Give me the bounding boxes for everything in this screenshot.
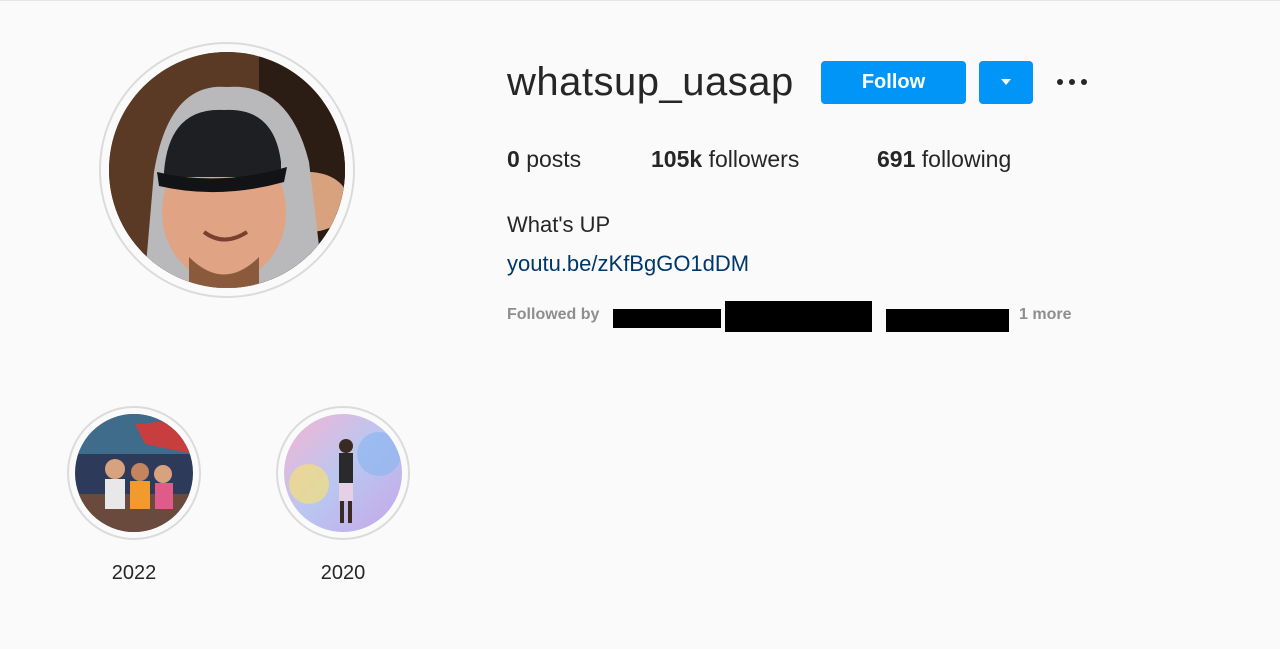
more-options-button[interactable]: [1052, 68, 1092, 96]
highlight-label: 2022: [111, 562, 157, 584]
dot-icon: [1081, 79, 1087, 85]
followers-count: 105k: [651, 146, 703, 172]
dot-icon: [1069, 79, 1075, 85]
follow-button[interactable]: Follow: [821, 61, 966, 104]
redacted-username: [613, 309, 721, 328]
following-label: following: [921, 146, 1012, 172]
bio-name: What's UP: [507, 212, 611, 237]
chevron-down-icon: [1001, 79, 1011, 85]
followed-by-more[interactable]: 1 more: [1019, 306, 1071, 324]
following-stat[interactable]: 691 following: [877, 146, 1011, 173]
top-divider: [0, 0, 1280, 1]
highlight-item[interactable]: 2020: [276, 406, 410, 585]
followers-stat[interactable]: 105k followers: [651, 146, 799, 173]
posts-count: 0: [507, 146, 520, 172]
highlight-label: 2020: [320, 562, 366, 584]
avatar-image: [109, 52, 345, 288]
posts-label: posts: [526, 146, 582, 172]
profile-username: whatsup_uasap: [507, 60, 794, 104]
followers-label: followers: [708, 146, 800, 172]
posts-stat: 0 posts: [507, 146, 581, 173]
highlight-cover: [75, 414, 193, 532]
dot-icon: [1057, 79, 1063, 85]
bio-link[interactable]: youtu.be/zKfBgGO1dDM: [507, 251, 749, 277]
profile-avatar[interactable]: [99, 42, 355, 298]
suggested-accounts-button[interactable]: [979, 61, 1033, 104]
profile-page: whatsup_uasap Follow 0 posts 105k follow…: [0, 0, 1280, 649]
redacted-username: [886, 309, 1009, 332]
highlight-ring: [67, 406, 201, 540]
highlight-item[interactable]: 2022: [67, 406, 201, 585]
redacted-username: [725, 301, 872, 332]
followed-by-label[interactable]: Followed by: [507, 306, 599, 324]
highlight-cover: [284, 414, 402, 532]
highlight-ring: [276, 406, 410, 540]
following-count: 691: [877, 146, 916, 172]
